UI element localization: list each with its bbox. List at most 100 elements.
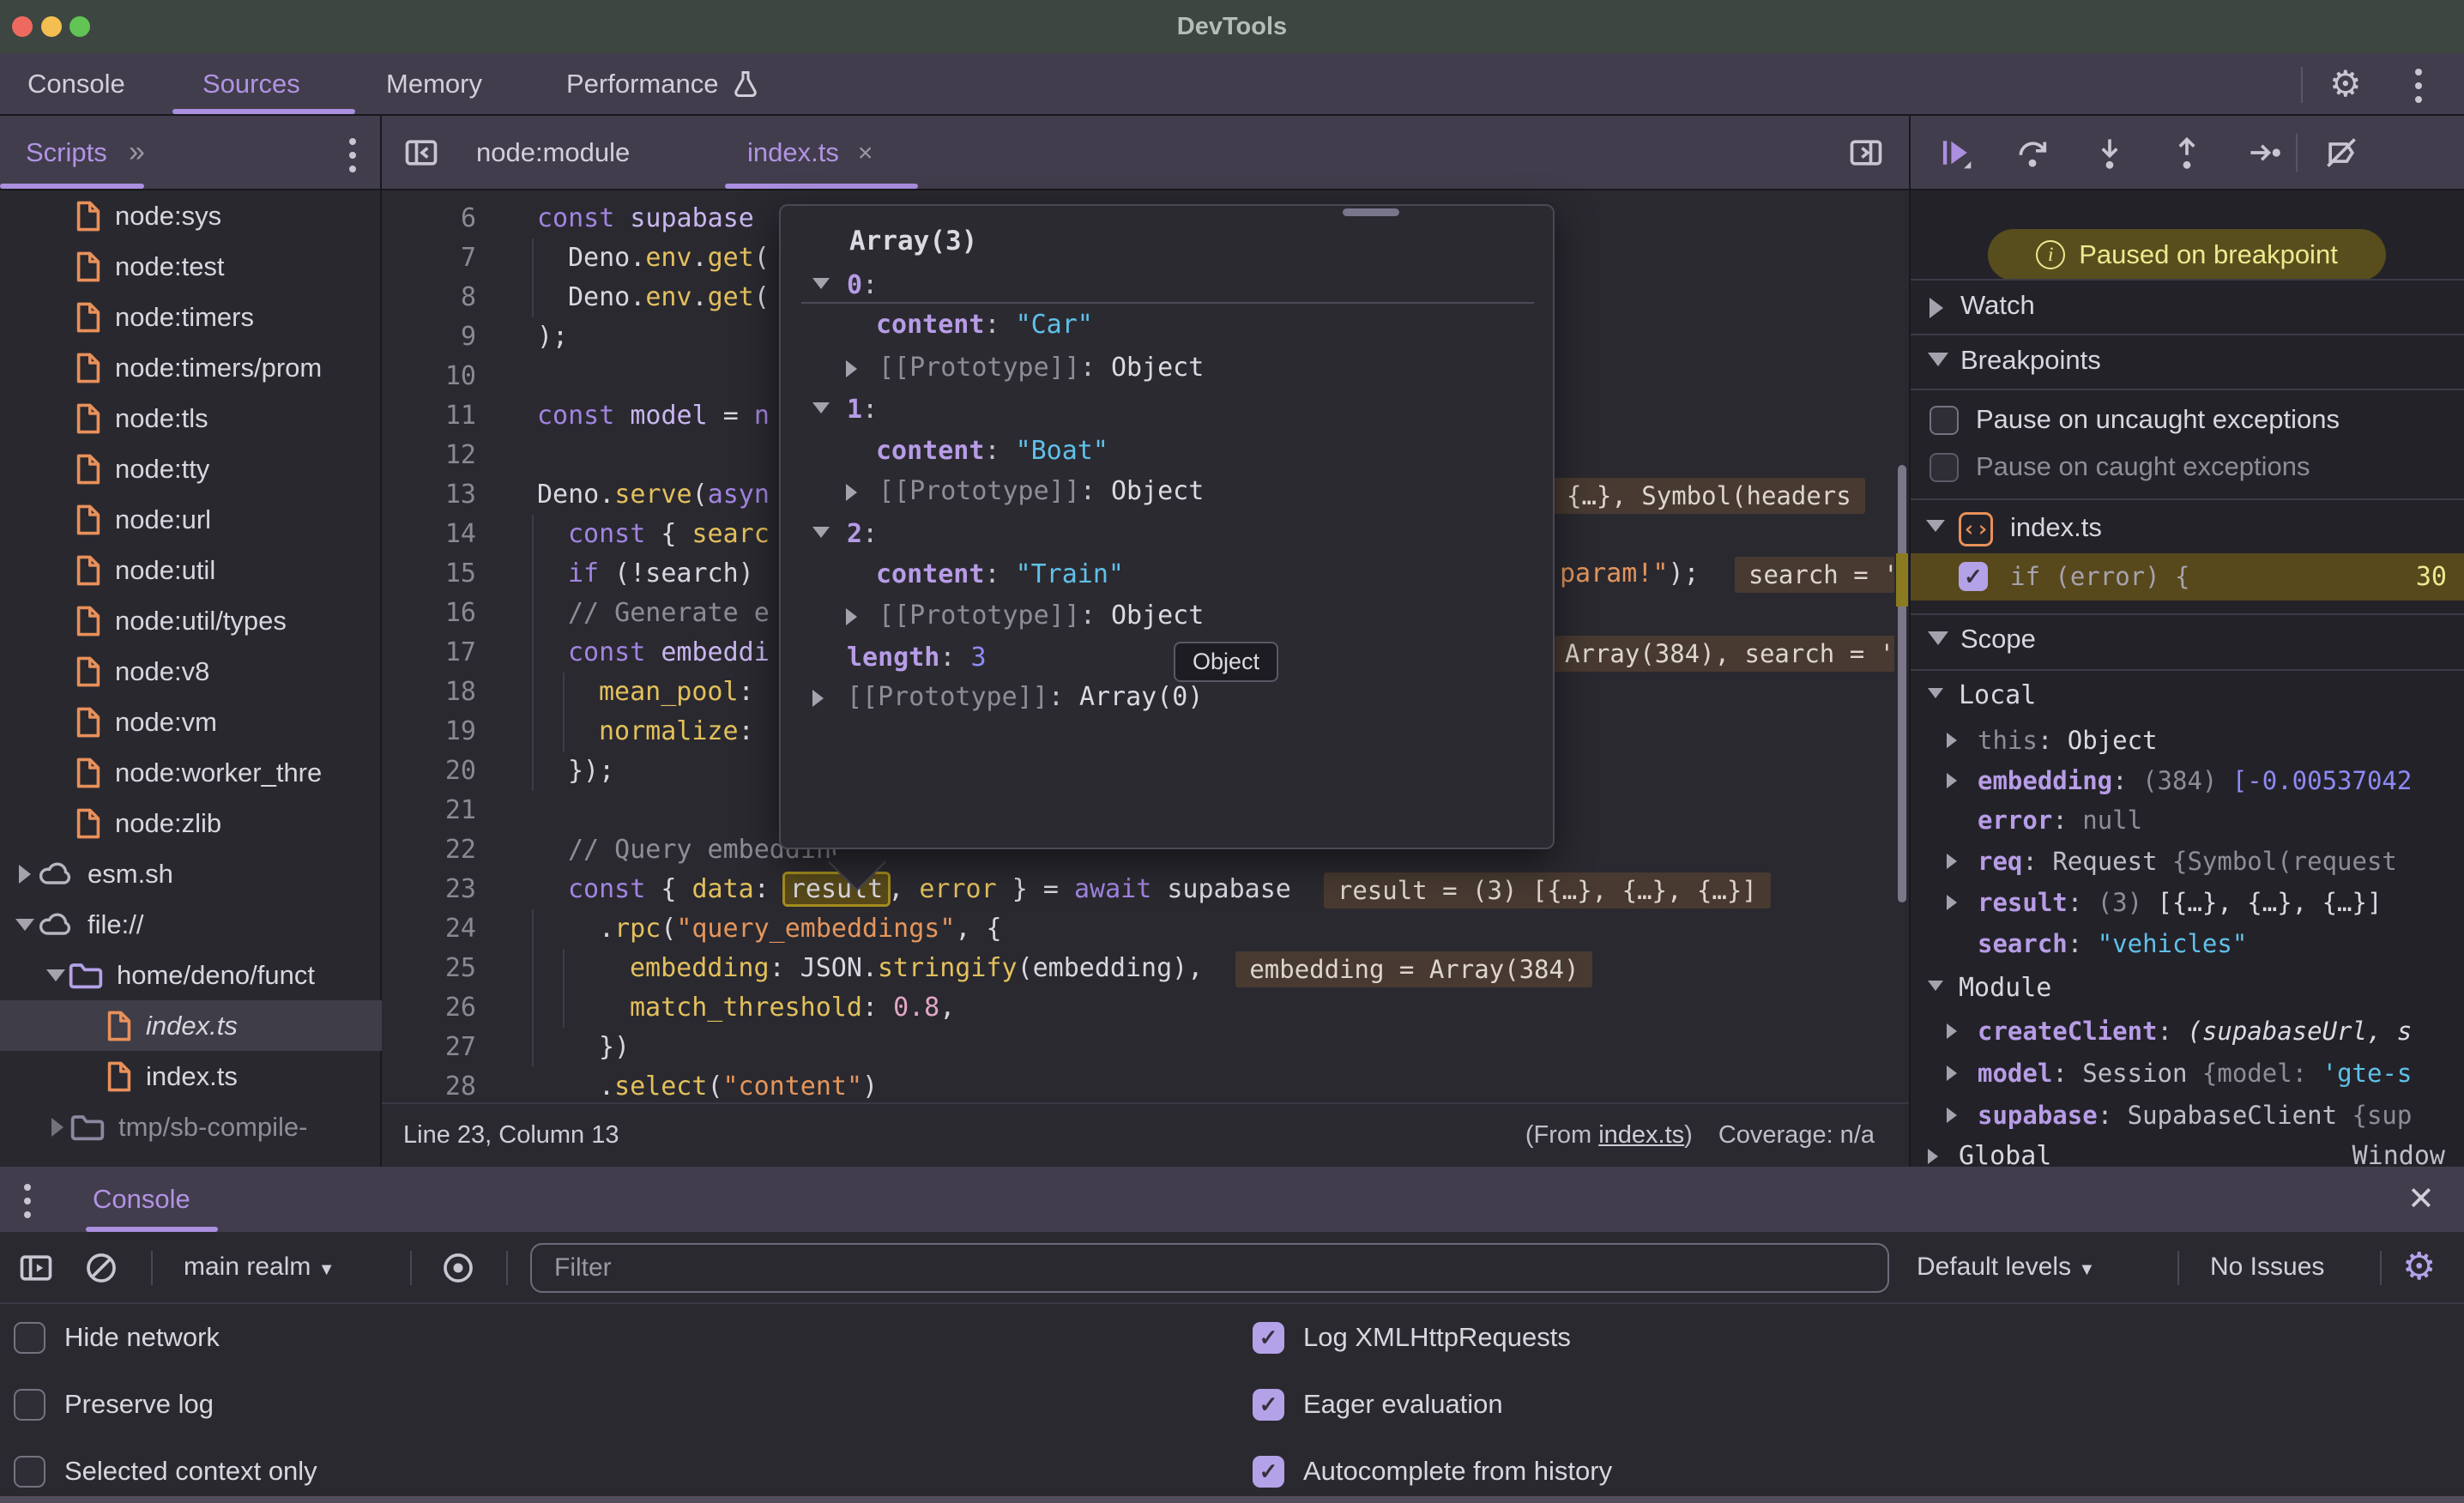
code-line-23[interactable]: 23const { data: result, error } = await … [382, 870, 1894, 909]
expander-icon[interactable] [846, 484, 857, 501]
expander-icon[interactable] [812, 690, 824, 707]
breakpoint-entry[interactable]: ✓ if (error) { 30 [1911, 553, 2464, 601]
expander-icon[interactable] [45, 1118, 70, 1137]
resume-script-icon[interactable] [1936, 134, 1974, 172]
file-tree-item[interactable]: index.ts [0, 1000, 382, 1051]
checkbox[interactable] [1930, 453, 1959, 482]
expander-icon[interactable] [1928, 1149, 1938, 1164]
scope-entry[interactable]: search: "vehicles" [1911, 923, 2464, 964]
clear-console-icon[interactable] [82, 1249, 120, 1287]
line-number[interactable]: 11 [382, 396, 476, 436]
expander-icon[interactable] [1928, 688, 1943, 698]
scope-section-global[interactable]: GlobalWindow [1911, 1136, 2464, 1167]
popup-object-row[interactable]: content: "Car" [781, 305, 1553, 345]
checkbox[interactable]: ✓ [1253, 1389, 1284, 1421]
expander-icon[interactable] [43, 969, 69, 981]
code-line-27[interactable]: 27}) [382, 1028, 1894, 1067]
line-number[interactable]: 13 [382, 475, 476, 515]
line-number[interactable]: 20 [382, 752, 476, 791]
file-tree-item[interactable]: node:tls [0, 393, 382, 444]
checkbox[interactable] [14, 1456, 45, 1488]
navigator-tab-scripts[interactable]: Scripts [26, 116, 107, 189]
checkbox[interactable] [1930, 406, 1959, 435]
expander-icon[interactable] [846, 360, 857, 377]
expander-icon[interactable] [1928, 631, 1948, 645]
popup-object-row[interactable]: 1: [781, 390, 1553, 430]
expander-icon[interactable] [812, 278, 830, 289]
code-line-28[interactable]: 28.select("content") [382, 1067, 1894, 1102]
popup-object-row[interactable]: content: "Train" [781, 555, 1553, 595]
console-setting-row[interactable]: ✓Eager evaluation [1253, 1385, 1503, 1424]
tab-memory[interactable]: Memory [386, 53, 482, 114]
step-icon[interactable] [2245, 134, 2283, 172]
expander-icon[interactable] [1947, 733, 1957, 748]
file-tree-item[interactable]: node:sys [0, 190, 382, 241]
close-tab-icon[interactable]: × [858, 139, 873, 167]
deactivate-breakpoints-icon[interactable] [2322, 134, 2360, 172]
line-number[interactable]: 7 [382, 238, 476, 278]
code-line-25[interactable]: 25embedding: JSON.stringify(embedding),e… [382, 949, 1894, 988]
section-breakpoints[interactable]: Breakpoints [1911, 340, 2464, 381]
log-level-selector[interactable]: Default levels ▼ [1917, 1232, 2095, 1302]
file-tree-item[interactable]: tmp/sb-compile- [0, 1102, 382, 1152]
line-number[interactable]: 21 [382, 791, 476, 830]
line-number[interactable]: 6 [382, 199, 476, 238]
scope-section-module[interactable]: Module [1911, 968, 2464, 1009]
file-tree-item[interactable]: index.ts [0, 1051, 382, 1102]
expander-icon[interactable] [12, 919, 38, 931]
popup-object-row[interactable]: content: "Boat" [781, 432, 1553, 471]
line-number[interactable]: 18 [382, 673, 476, 712]
code-line-26[interactable]: 26match_threshold: 0.8, [382, 988, 1894, 1028]
issues-counter[interactable]: No Issues [2210, 1232, 2324, 1302]
popup-object-row[interactable]: 0: [781, 266, 1553, 305]
expander-icon[interactable] [1928, 981, 1943, 991]
navigator-menu-kebab-icon[interactable] [349, 138, 356, 172]
file-tree-item[interactable]: node:util [0, 545, 382, 595]
line-number[interactable]: 28 [382, 1067, 476, 1102]
line-number[interactable]: 10 [382, 357, 476, 396]
editor-tab-index-ts[interactable]: index.ts× [747, 116, 873, 189]
drawer-tab-console[interactable]: Console [93, 1167, 190, 1232]
expander-icon[interactable] [1947, 1108, 1957, 1123]
line-number[interactable]: 17 [382, 633, 476, 673]
expander-icon[interactable] [1947, 1023, 1957, 1039]
toggle-debugger-sidebar-icon[interactable] [1847, 134, 1885, 172]
create-live-expression-icon[interactable] [439, 1249, 477, 1287]
pause-caught-exceptions-row[interactable]: Pause on caught exceptions [1911, 446, 2464, 487]
popup-object-row[interactable]: [[Prototype]]: Object [781, 596, 1553, 636]
file-tree-item[interactable]: esm.sh [0, 848, 382, 899]
filter-input[interactable] [530, 1243, 1889, 1293]
popup-object-row[interactable]: [[Prototype]]: Array(0) [781, 678, 1553, 717]
popup-scrollbar-thumb[interactable] [1343, 208, 1399, 216]
breakpoint-file-group[interactable]: ‹› index.ts [1911, 507, 2464, 548]
step-over-icon[interactable] [2014, 134, 2051, 172]
console-setting-row[interactable]: Preserve log [14, 1385, 214, 1424]
checkbox[interactable]: ✓ [1253, 1322, 1284, 1354]
expander-icon[interactable] [1928, 353, 1948, 366]
checkbox[interactable]: ✓ [1253, 1456, 1284, 1488]
file-tree-item[interactable]: node:timers/prom [0, 342, 382, 393]
line-number[interactable]: 24 [382, 909, 476, 949]
toggle-navigator-icon[interactable] [402, 134, 440, 172]
scope-entry[interactable]: req: Request {Symbol(request [1911, 841, 2464, 882]
breakpoint-checkbox[interactable]: ✓ [1959, 562, 1988, 591]
section-watch[interactable]: Watch [1911, 285, 2464, 326]
line-number[interactable]: 23 [382, 870, 476, 909]
line-number[interactable]: 22 [382, 830, 476, 870]
line-number[interactable]: 26 [382, 988, 476, 1028]
expander-icon[interactable] [1947, 895, 1957, 910]
scope-section-local[interactable]: Local [1911, 675, 2464, 716]
line-number[interactable]: 16 [382, 594, 476, 633]
popup-object-row[interactable]: [[Prototype]]: Object [781, 348, 1553, 388]
console-setting-row[interactable]: ✓Autocomplete from history [1253, 1452, 1612, 1491]
line-number[interactable]: 9 [382, 317, 476, 357]
line-number[interactable]: 27 [382, 1028, 476, 1067]
settings-gear-icon[interactable]: ⚙ [2329, 53, 2362, 114]
scope-entry[interactable]: this: Object [1911, 720, 2464, 761]
console-setting-row[interactable]: ✓Log XMLHttpRequests [1253, 1318, 1571, 1357]
scope-entry[interactable]: createClient: (supabaseUrl, s [1911, 1011, 2464, 1052]
expander-icon[interactable] [1930, 298, 1943, 318]
step-out-icon[interactable] [2168, 134, 2206, 172]
line-number[interactable]: 14 [382, 515, 476, 554]
tab-console[interactable]: Console [27, 53, 125, 114]
